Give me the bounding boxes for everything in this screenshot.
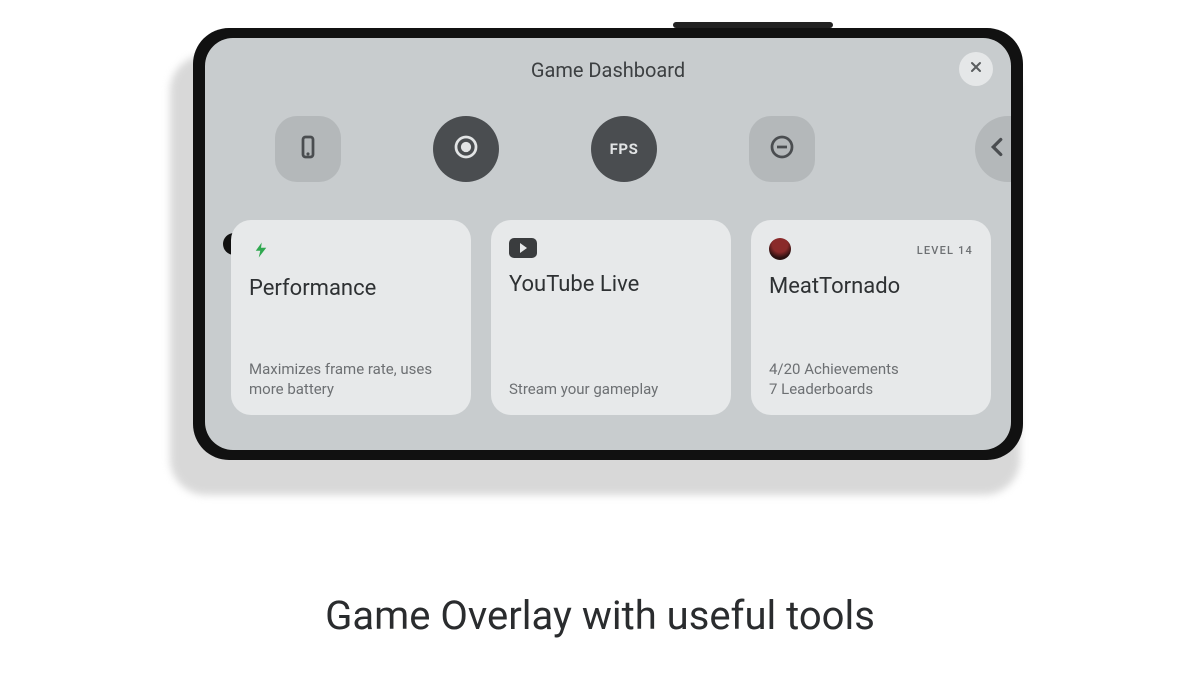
youtube-card-title: YouTube Live — [509, 272, 713, 297]
slide-caption: Game Overlay with useful tools — [0, 592, 1200, 639]
player-stats: 4/20 Achievements 7 Leaderboards — [769, 359, 973, 400]
youtube-icon — [509, 238, 537, 258]
avatar-icon — [769, 238, 791, 260]
fps-icon: FPS — [610, 140, 639, 158]
player-level: LEVEL 14 — [917, 244, 973, 257]
screenshot-button[interactable] — [275, 116, 341, 182]
player-profile-card[interactable]: LEVEL 14 MeatTornado 4/20 Achievements 7… — [751, 220, 991, 415]
more-overflow-button[interactable] — [975, 116, 1011, 182]
leaderboards-line: 7 Leaderboards — [769, 379, 973, 399]
bolt-icon — [249, 238, 273, 262]
phone-screen: Game Dashboard — [205, 38, 1011, 450]
performance-card[interactable]: Performance Maximizes frame rate, uses m… — [231, 220, 471, 415]
youtube-card-desc: Stream your gameplay — [509, 379, 713, 399]
player-name: MeatTornado — [769, 274, 973, 299]
dashboard-cards: Performance Maximizes frame rate, uses m… — [231, 220, 1011, 415]
close-button[interactable] — [959, 52, 993, 86]
phone-hardware-buttons — [673, 22, 833, 28]
performance-card-title: Performance — [249, 276, 453, 301]
phone-frame: Game Dashboard — [193, 28, 1023, 460]
quick-action-row: FPS — [275, 116, 1011, 182]
do-not-disturb-button[interactable] — [749, 116, 815, 182]
record-icon — [451, 132, 481, 166]
do-not-disturb-icon — [767, 132, 797, 166]
youtube-live-card[interactable]: YouTube Live Stream your gameplay — [491, 220, 731, 415]
performance-card-desc: Maximizes frame rate, uses more battery — [249, 359, 453, 400]
record-button[interactable] — [433, 116, 499, 182]
chevron-left-icon — [982, 132, 1011, 166]
close-icon — [968, 59, 984, 79]
screenshot-icon — [293, 132, 323, 166]
fps-button[interactable]: FPS — [591, 116, 657, 182]
achievements-line: 4/20 Achievements — [769, 359, 973, 379]
screen-title: Game Dashboard — [205, 58, 1011, 82]
